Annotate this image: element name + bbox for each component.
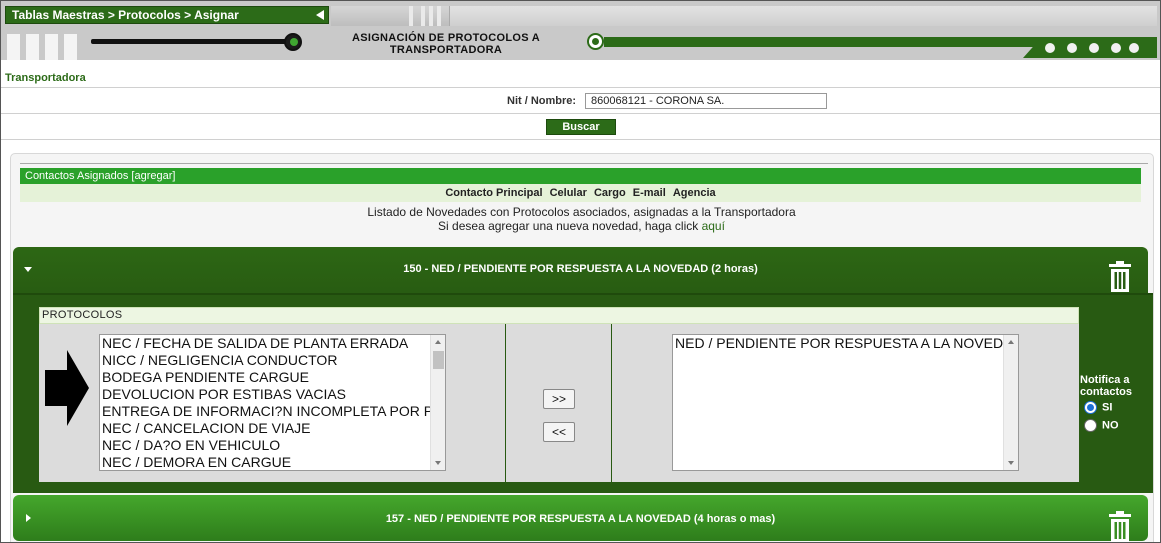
divider xyxy=(1,139,1160,140)
scroll-thumb[interactable] xyxy=(433,351,444,369)
dot-icon xyxy=(1089,43,1099,53)
arrow-right-icon xyxy=(45,350,89,426)
divider xyxy=(20,163,1148,164)
search-row: Nit / Nombre: xyxy=(1,91,1160,111)
scrollbar[interactable] xyxy=(1003,335,1018,470)
assigned-protocols-list[interactable]: NED / PENDIENTE POR RESPUESTA A LA NOVED… xyxy=(672,334,1019,471)
radio-no[interactable] xyxy=(1084,419,1097,432)
notify-label: Notifica a contactos xyxy=(1080,374,1132,398)
breadcrumb[interactable]: Tablas Maestras > Protocolos > Asignar xyxy=(5,6,329,24)
decor-stripe xyxy=(7,34,20,60)
radio-yes-label: SI xyxy=(1102,401,1113,414)
grip-mark xyxy=(437,6,441,26)
nit-input[interactable] xyxy=(585,93,827,109)
scroll-up-icon[interactable] xyxy=(1008,340,1014,344)
novedad-accordion-header-2[interactable]: 157 - NED / PENDIENTE POR RESPUESTA A LA… xyxy=(13,495,1148,543)
radio-yes[interactable] xyxy=(1084,401,1097,414)
contacts-bar[interactable]: Contactos Asignados [agregar] xyxy=(20,168,1141,184)
list-item[interactable]: NICC / NEGLIGENCIA CONDUCTOR xyxy=(100,352,445,369)
play-knob-icon xyxy=(284,33,302,51)
decor-stripe xyxy=(45,34,58,60)
info-add-prefix: Si desea agregar una nueva novedad, haga… xyxy=(438,219,699,233)
green-knob-icon xyxy=(587,33,604,50)
novedad-title: 150 - NED / PENDIENTE POR RESPUESTA A LA… xyxy=(403,263,758,275)
grip-mark xyxy=(421,6,425,26)
list-item[interactable]: NEC / DA?O EN VEHICULO xyxy=(100,437,445,454)
col-email: E-mail xyxy=(632,187,666,199)
list-item[interactable]: NEC / DEMORA EN CARGUE xyxy=(100,454,445,470)
grip-mark xyxy=(429,6,433,26)
decor-stripe xyxy=(64,34,77,60)
list-item[interactable]: NEC / CANCELACION DE VIAJE xyxy=(100,420,445,437)
divider xyxy=(1,87,1160,88)
dot-icon xyxy=(1111,43,1121,53)
list-item[interactable]: BODEGA PENDIENTE CARGUE xyxy=(100,369,445,386)
add-protocol-button[interactable]: >> xyxy=(543,389,575,409)
grip-mark xyxy=(409,6,413,26)
app-window: Tablas Maestras > Protocolos > Asignar A… xyxy=(0,0,1161,543)
page-title-line1: ASIGNACIÓN DE PROTOCOLOS A xyxy=(351,32,541,44)
list-item[interactable]: NED / PENDIENTE POR RESPUESTA A LA NOVED… xyxy=(673,335,1018,352)
novedad-title-2: 157 - NED / PENDIENTE POR RESPUESTA A LA… xyxy=(385,513,776,525)
contacts-table-header: Contacto Principal Celular Cargo E-mail … xyxy=(20,184,1141,202)
progress-track xyxy=(91,39,287,44)
collapse-arrow-icon[interactable] xyxy=(316,10,324,20)
col-cargo: Cargo xyxy=(593,187,626,199)
page-title: ASIGNACIÓN DE PROTOCOLOS A TRANSPORTADOR… xyxy=(331,32,561,56)
col-celular: Celular xyxy=(549,187,587,199)
page-title-line2: TRANSPORTADORA xyxy=(389,44,503,56)
remove-protocol-button[interactable]: << xyxy=(543,422,575,442)
notify-no-option[interactable]: NO xyxy=(1084,419,1119,432)
info-text-add: Si desea agregar una nueva novedad, haga… xyxy=(1,219,1160,233)
radio-no-label: NO xyxy=(1102,419,1119,432)
list-item[interactable]: ENTREGA DE INFORMACI?N INCOMPLETA POR PA… xyxy=(100,403,445,420)
dot-icon xyxy=(1045,43,1055,53)
divider xyxy=(1,113,1160,114)
search-button[interactable]: Buscar xyxy=(546,119,616,135)
trash-icon[interactable] xyxy=(1108,511,1132,543)
notify-label-line2: contactos xyxy=(1080,386,1132,398)
list-item[interactable]: NEC / FECHA DE SALIDA DE PLANTA ERRADA xyxy=(100,335,445,352)
scrollbar[interactable] xyxy=(430,335,445,470)
trash-icon[interactable] xyxy=(1108,261,1132,293)
col-contacto-principal: Contacto Principal xyxy=(445,187,543,199)
dot-icon xyxy=(1067,43,1077,53)
info-text: Listado de Novedades con Protocolos asoc… xyxy=(367,205,796,219)
col-agencia: Agencia xyxy=(672,187,716,199)
novedad-accordion-header[interactable]: 150 - NED / PENDIENTE POR RESPUESTA A LA… xyxy=(13,247,1148,293)
available-protocols-list[interactable]: NEC / FECHA DE SALIDA DE PLANTA ERRADA N… xyxy=(99,334,446,471)
scroll-down-icon[interactable] xyxy=(435,461,441,465)
notify-yes-option[interactable]: SI xyxy=(1084,401,1112,414)
scroll-up-icon[interactable] xyxy=(435,340,441,344)
nit-label: Nit / Nombre: xyxy=(507,95,577,107)
scroll-down-icon[interactable] xyxy=(1008,461,1014,465)
decor-stripe xyxy=(26,34,39,60)
breadcrumb-text: Tablas Maestras > Protocolos > Asignar xyxy=(12,8,239,22)
protocols-header: PROTOCOLOS xyxy=(39,307,1079,324)
header-rail-right xyxy=(449,6,1157,26)
add-novedad-link[interactable]: aquí xyxy=(702,219,725,233)
dot-icon xyxy=(1129,43,1139,53)
section-label: Transportadora xyxy=(5,72,86,84)
notify-label-line1: Notifica a xyxy=(1080,374,1130,386)
list-item[interactable]: DEVOLUCION POR ESTIBAS VACIAS xyxy=(100,386,445,403)
